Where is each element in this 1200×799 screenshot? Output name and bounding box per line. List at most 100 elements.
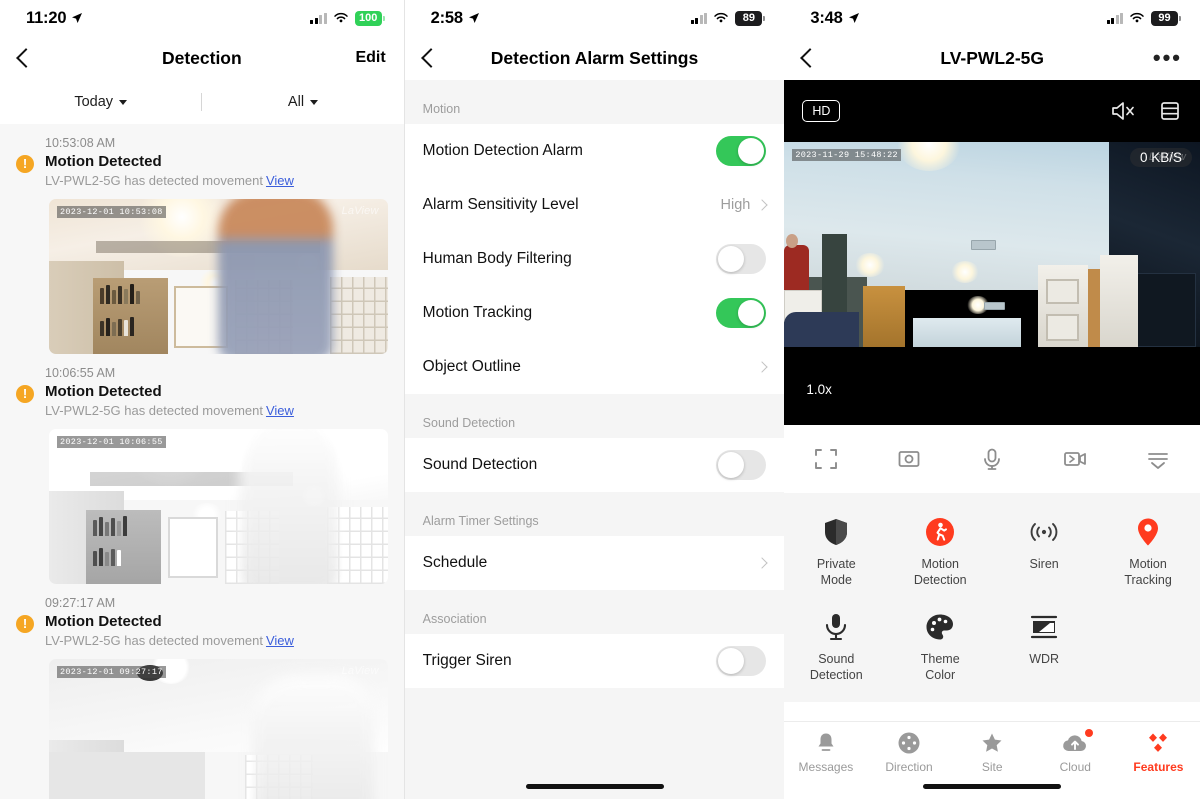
row-sound-detection[interactable]: Sound Detection xyxy=(404,438,785,492)
view-link[interactable]: View xyxy=(266,173,294,188)
feature-label: Sound Detection xyxy=(810,652,863,683)
row-motion-detection-alarm[interactable]: Motion Detection Alarm xyxy=(404,124,785,178)
palette-icon xyxy=(925,610,955,644)
view-link[interactable]: View xyxy=(266,403,294,418)
toggle-motion-tracking[interactable] xyxy=(716,298,767,328)
status-bar-right: 99 xyxy=(1106,10,1181,26)
event-time: 10:53:08 AM xyxy=(45,136,116,150)
camera-scene-wine-cellar xyxy=(49,199,388,354)
talk-button[interactable] xyxy=(951,445,1034,473)
mute-icon[interactable] xyxy=(1110,99,1136,123)
tab-label: Messages xyxy=(798,760,854,774)
event-description: LV-PWL2-5G has detected movement View xyxy=(45,403,388,418)
event-thumbnail[interactable]: 2023-12-01 10:53:08 LaView xyxy=(49,199,388,354)
record-button[interactable] xyxy=(1034,445,1117,473)
fullscreen-icon xyxy=(814,449,837,469)
row-alarm-sensitivity-level[interactable]: Alarm Sensitivity Level High xyxy=(404,178,785,232)
cellular-signal-icon xyxy=(310,12,327,24)
row-label: Motion Tracking xyxy=(422,304,533,321)
settings-list[interactable]: Motion Motion Detection Alarm Alarm Sens… xyxy=(404,80,785,799)
row-trigger-siren[interactable]: Trigger Siren xyxy=(404,634,785,688)
panel-live-view: 3:48 99 LV-PWL2-5G ••• HD 2023-11-29 15:… xyxy=(784,0,1200,799)
tab-label: Site xyxy=(981,760,1003,774)
event-description: LV-PWL2-5G has detected movement View xyxy=(45,173,388,188)
event-list[interactable]: ! 10:53:08 AM Motion Detected LV-PWL2-5G… xyxy=(0,124,404,799)
video-frame[interactable]: 2023-11-29 15:48:22 LaView 0 KB/S xyxy=(784,142,1200,347)
three-phone-screenshots: 11:20 100 Detection Edit Today All ! 10:… xyxy=(0,0,1200,799)
event-thumbnail[interactable]: 2023-12-01 10:06:55 LaView xyxy=(49,429,388,584)
walking-person-icon xyxy=(925,515,955,549)
toggle-trigger-siren[interactable] xyxy=(716,646,767,676)
event-description: LV-PWL2-5G has detected movement View xyxy=(45,633,388,648)
nav-bar: LV-PWL2-5G ••• xyxy=(784,36,1200,80)
feature-label: Siren xyxy=(1030,557,1059,573)
settings-group: Trigger Siren xyxy=(404,634,785,688)
list-item[interactable]: ! 10:06:55 AM Motion Detected LV-PWL2-5G… xyxy=(0,354,404,584)
camera-scene-living-room xyxy=(784,142,1200,347)
feature-label-line1: Theme xyxy=(920,652,960,667)
quality-badge[interactable]: HD xyxy=(802,100,841,122)
feature-label-line2: Detection xyxy=(913,572,967,587)
fullscreen-button[interactable] xyxy=(784,445,867,473)
snapshot-button[interactable] xyxy=(867,445,950,473)
settings-group: Sound Detection xyxy=(404,438,785,492)
row-object-outline[interactable]: Object Outline xyxy=(404,340,785,394)
section-header: Alarm Timer Settings xyxy=(404,492,785,536)
row-label: Alarm Sensitivity Level xyxy=(422,196,579,213)
feature-label-line1: Sound xyxy=(818,652,855,667)
row-schedule[interactable]: Schedule xyxy=(404,536,785,590)
list-item[interactable]: ! 09:27:17 AM Motion Detected LV-PWL2-5G… xyxy=(0,584,404,799)
thumbnail-watermark: LaView xyxy=(341,665,379,677)
date-filter[interactable]: Today xyxy=(0,94,201,110)
filter-bar: Today All xyxy=(0,80,404,124)
feature-label-line2: Mode xyxy=(820,572,852,587)
feature-grid: Private Mode Motion Detection Siren Moti… xyxy=(784,493,1200,702)
feature-sound-detection[interactable]: Sound Detection xyxy=(784,598,888,693)
row-human-body-filtering[interactable]: Human Body Filtering xyxy=(404,232,785,286)
edit-button[interactable]: Edit xyxy=(355,49,385,67)
page-title: Detection xyxy=(161,47,242,68)
feature-motion-detection[interactable]: Motion Detection xyxy=(888,503,992,598)
event-description-text: LV-PWL2-5G has detected movement xyxy=(45,403,263,418)
microphone-icon xyxy=(823,610,849,644)
expand-panel-button[interactable] xyxy=(1117,445,1200,473)
feature-private-mode[interactable]: Private Mode xyxy=(784,503,888,598)
battery-badge: 99 xyxy=(1151,10,1181,26)
wdr-icon xyxy=(1029,610,1059,644)
toggle-sound-detection[interactable] xyxy=(716,450,767,480)
toggle-human-body-filtering[interactable] xyxy=(716,244,767,274)
section-header: Sound Detection xyxy=(404,394,785,438)
star-icon xyxy=(980,730,1004,756)
more-options-icon[interactable]: ••• xyxy=(1153,47,1182,69)
row-motion-tracking[interactable]: Motion Tracking xyxy=(404,286,785,340)
status-bar-left: 3:48 xyxy=(810,9,859,28)
row-label: Motion Detection Alarm xyxy=(422,142,583,159)
feature-label: Theme Color xyxy=(921,652,960,683)
status-bar: 3:48 99 xyxy=(784,0,1200,36)
tab-messages[interactable]: Messages xyxy=(784,730,867,799)
feature-theme-color[interactable]: Theme Color xyxy=(888,598,992,693)
cellular-signal-icon xyxy=(1106,12,1123,24)
wifi-icon xyxy=(714,12,729,23)
toggle-motion-detection-alarm[interactable] xyxy=(716,136,767,166)
feature-siren[interactable]: Siren xyxy=(992,503,1096,598)
thumbnail-timestamp: 2023-12-01 10:06:55 xyxy=(57,436,166,448)
status-bar-left: 2:58 xyxy=(431,9,480,28)
feature-motion-tracking[interactable]: Motion Tracking xyxy=(1096,503,1200,598)
type-filter[interactable]: All xyxy=(202,94,403,110)
back-button[interactable] xyxy=(802,49,813,68)
feature-wdr[interactable]: WDR xyxy=(992,598,1096,693)
feature-row: Private Mode Motion Detection Siren Moti… xyxy=(784,503,1200,598)
siren-waves-icon xyxy=(1027,515,1061,549)
status-bar-right: 100 xyxy=(310,10,385,26)
list-item[interactable]: ! 10:53:08 AM Motion Detected LV-PWL2-5G… xyxy=(0,124,404,354)
view-link[interactable]: View xyxy=(266,633,294,648)
status-bar-left: 11:20 xyxy=(26,9,83,28)
back-button[interactable] xyxy=(423,49,434,68)
back-button[interactable] xyxy=(18,49,29,68)
multiview-icon[interactable] xyxy=(1158,99,1182,123)
cloud-upload-icon xyxy=(1062,729,1094,756)
video-player[interactable]: HD 2023-11-29 15:48:22 LaView 0 KB/S 1.0… xyxy=(784,80,1200,425)
event-thumbnail[interactable]: 2023-12-01 09:27:17 LaView xyxy=(49,659,388,799)
tab-features[interactable]: Features xyxy=(1117,730,1200,799)
